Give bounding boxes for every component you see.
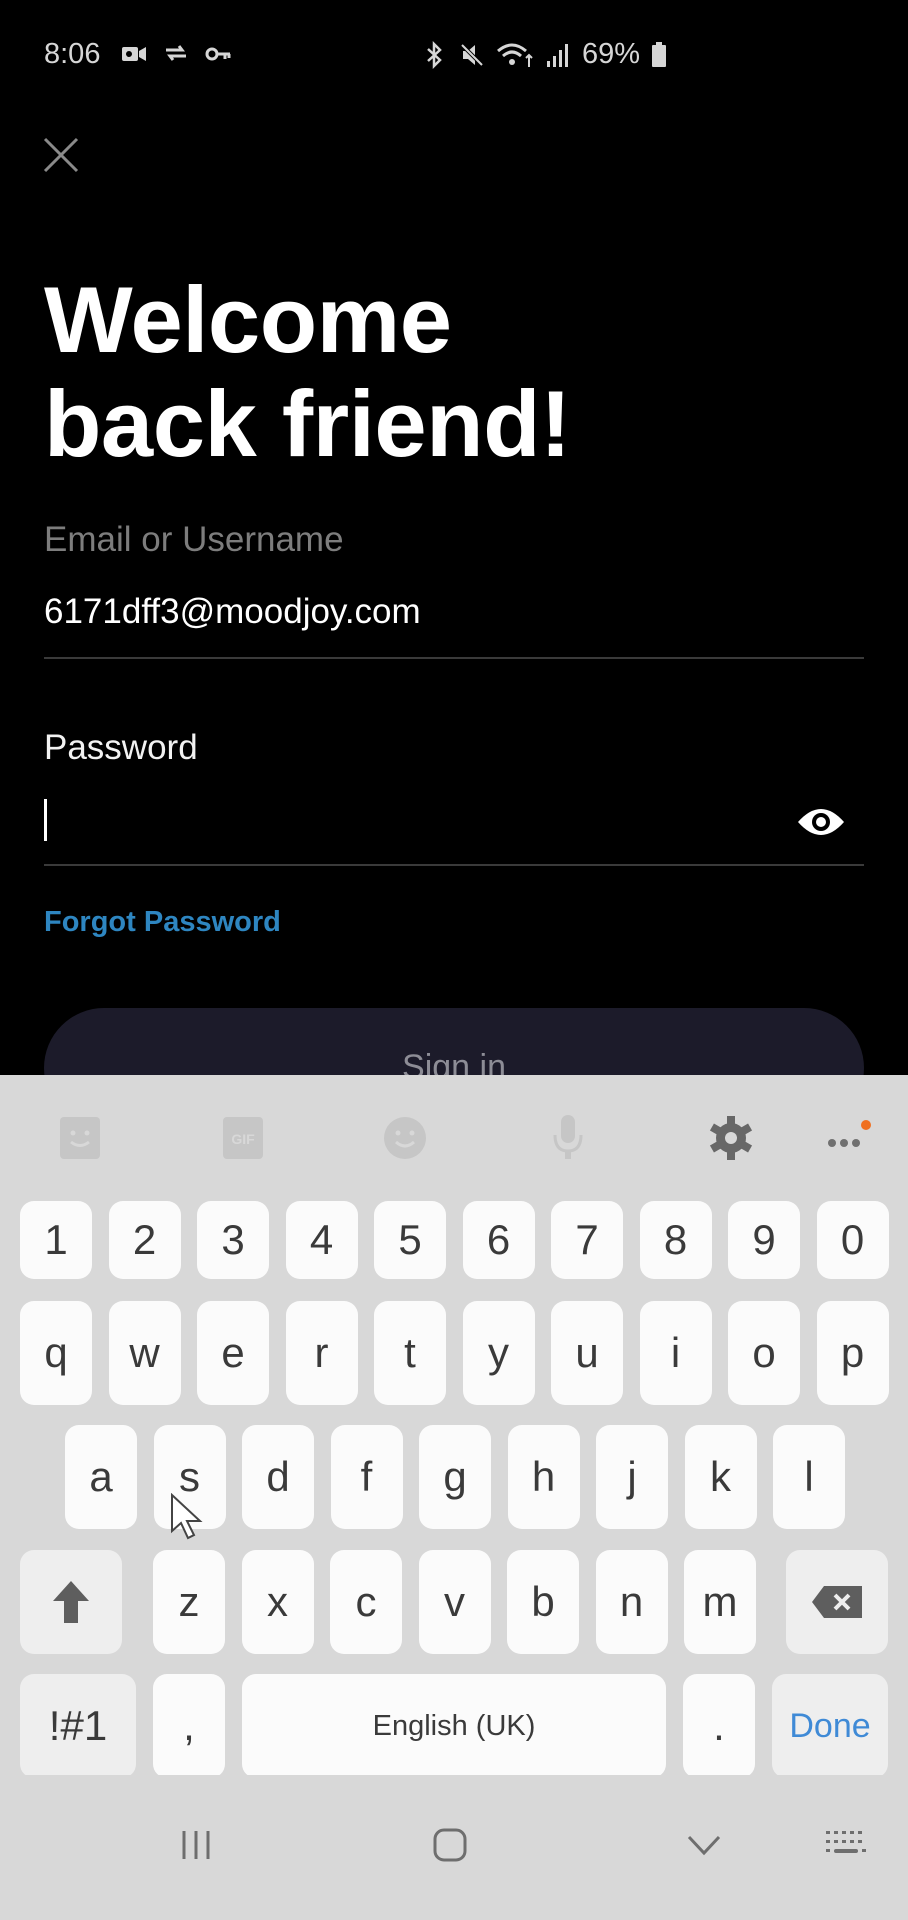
password-underline bbox=[44, 864, 864, 866]
key-6[interactable]: 6 bbox=[462, 1201, 535, 1279]
backspace-icon bbox=[812, 1586, 862, 1618]
recents-button[interactable] bbox=[166, 1815, 226, 1875]
home-button[interactable] bbox=[420, 1815, 480, 1875]
key-m[interactable]: m bbox=[684, 1550, 756, 1654]
gif-icon: GIF bbox=[223, 1117, 263, 1159]
keyboard-settings-button[interactable] bbox=[706, 1113, 756, 1163]
keyboard-switch-button[interactable] bbox=[816, 1815, 876, 1875]
key-o[interactable]: o bbox=[728, 1301, 800, 1405]
key-l[interactable]: l bbox=[773, 1425, 845, 1529]
key-a[interactable]: a bbox=[65, 1425, 137, 1529]
key-k[interactable]: k bbox=[684, 1425, 757, 1529]
key-j[interactable]: j bbox=[596, 1425, 668, 1529]
key-w[interactable]: w bbox=[108, 1301, 181, 1405]
key-v[interactable]: v bbox=[418, 1550, 491, 1654]
email-field[interactable]: 6171dff3@moodjoy.com bbox=[44, 592, 421, 632]
title-line-1: Welcome bbox=[44, 267, 452, 372]
sync-icon bbox=[166, 45, 186, 61]
key-7[interactable]: 7 bbox=[551, 1201, 623, 1279]
key-1[interactable]: 1 bbox=[20, 1201, 92, 1279]
key-p[interactable]: p bbox=[816, 1301, 889, 1405]
signal-icon bbox=[547, 43, 568, 67]
key-b[interactable]: b bbox=[507, 1550, 579, 1654]
close-button[interactable] bbox=[40, 134, 82, 176]
sticker-button[interactable] bbox=[55, 1113, 105, 1163]
key-q[interactable]: q bbox=[20, 1301, 92, 1405]
key-3[interactable]: 3 bbox=[197, 1201, 269, 1279]
key-c[interactable]: c bbox=[330, 1550, 402, 1654]
key-z[interactable]: z bbox=[153, 1550, 225, 1654]
toggle-password-visibility-button[interactable] bbox=[796, 802, 846, 842]
key-i[interactable]: i bbox=[639, 1301, 712, 1405]
keyboard-switch-icon bbox=[826, 1831, 866, 1853]
hide-keyboard-button[interactable] bbox=[674, 1815, 734, 1875]
gif-button[interactable]: GIF bbox=[218, 1113, 268, 1163]
mouse-pointer-icon bbox=[171, 1493, 203, 1540]
voice-input-button[interactable] bbox=[543, 1113, 593, 1163]
period-key[interactable]: . bbox=[683, 1674, 755, 1778]
shift-key[interactable] bbox=[20, 1550, 122, 1654]
text-caret bbox=[44, 799, 47, 841]
comma-key[interactable]: , bbox=[153, 1674, 225, 1778]
forgot-password-link[interactable]: Forgot Password bbox=[44, 906, 281, 939]
key-2[interactable]: 2 bbox=[108, 1201, 181, 1279]
settings-icon bbox=[709, 1116, 753, 1160]
bluetooth-icon bbox=[427, 40, 442, 69]
done-key[interactable]: Done bbox=[772, 1674, 888, 1778]
key-5[interactable]: 5 bbox=[374, 1201, 446, 1279]
key-u[interactable]: u bbox=[551, 1301, 623, 1405]
battery-icon bbox=[652, 41, 667, 67]
vpn-key-icon bbox=[205, 47, 231, 61]
key-y[interactable]: y bbox=[462, 1301, 535, 1405]
mic-icon bbox=[553, 1115, 583, 1159]
more-icon bbox=[828, 1120, 871, 1147]
email-label: Email or Username bbox=[44, 520, 344, 559]
hide-keyboard-icon bbox=[687, 1835, 721, 1856]
home-icon bbox=[433, 1828, 467, 1862]
key-d[interactable]: d bbox=[242, 1425, 314, 1529]
password-label: Password bbox=[44, 728, 198, 767]
battery-percent: 69% bbox=[582, 38, 641, 70]
title-line-2: back friend! bbox=[44, 371, 571, 476]
status-bar: 8:06 69% bbox=[0, 0, 908, 110]
page-title: Welcome back friend! bbox=[44, 268, 571, 476]
shift-icon bbox=[53, 1581, 89, 1623]
key-9[interactable]: 9 bbox=[728, 1201, 800, 1279]
key-t[interactable]: t bbox=[374, 1301, 446, 1405]
emoji-button[interactable] bbox=[380, 1113, 430, 1163]
key-n[interactable]: n bbox=[595, 1550, 668, 1654]
close-icon bbox=[43, 137, 79, 173]
symbols-key[interactable]: !#1 bbox=[20, 1674, 136, 1778]
key-e[interactable]: e bbox=[197, 1301, 269, 1405]
space-key[interactable]: English (UK) bbox=[242, 1674, 666, 1778]
status-time: 8:06 bbox=[44, 38, 101, 70]
key-8[interactable]: 8 bbox=[639, 1201, 712, 1279]
key-h[interactable]: h bbox=[507, 1425, 580, 1529]
key-g[interactable]: g bbox=[419, 1425, 491, 1529]
recents-icon bbox=[182, 1831, 210, 1859]
more-options-button[interactable] bbox=[822, 1113, 872, 1163]
sticker-icon bbox=[60, 1117, 100, 1159]
key-4[interactable]: 4 bbox=[285, 1201, 358, 1279]
password-field[interactable] bbox=[44, 795, 784, 845]
key-0[interactable]: 0 bbox=[816, 1201, 889, 1279]
backspace-key[interactable] bbox=[786, 1550, 888, 1654]
svg-text:GIF: GIF bbox=[231, 1131, 255, 1147]
eye-icon bbox=[798, 809, 844, 835]
key-f[interactable]: f bbox=[330, 1425, 403, 1529]
key-r[interactable]: r bbox=[285, 1301, 358, 1405]
video-call-icon bbox=[122, 47, 146, 61]
navigation-bar bbox=[0, 1775, 908, 1920]
keyboard-toolbar: GIF bbox=[0, 1075, 908, 1195]
email-underline bbox=[44, 657, 864, 659]
key-x[interactable]: x bbox=[241, 1550, 314, 1654]
wifi-icon bbox=[497, 43, 533, 67]
emoji-icon bbox=[384, 1117, 426, 1159]
mute-icon bbox=[460, 43, 484, 66]
